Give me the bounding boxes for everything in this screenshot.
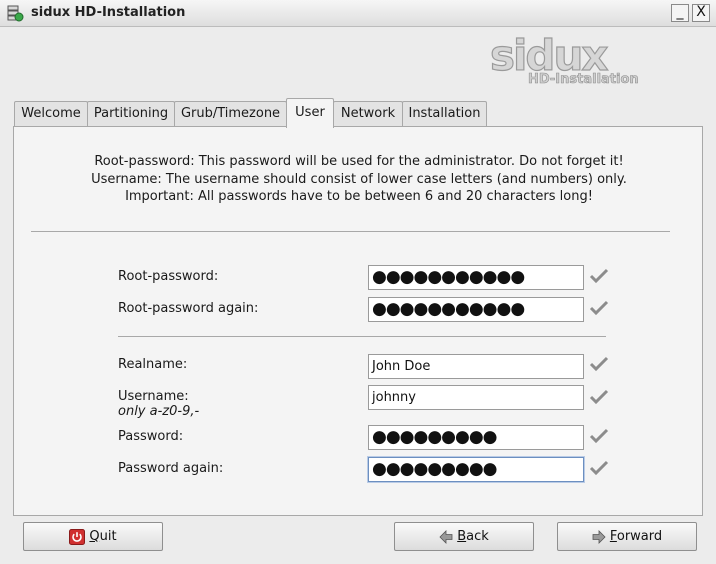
separator — [118, 336, 606, 337]
tab-network[interactable]: Network — [333, 101, 403, 127]
tab-partitioning[interactable]: Partitioning — [87, 101, 175, 127]
root-password-again-label: Root-password again: — [118, 301, 259, 316]
info-line-username: Username: The username should consist of… — [91, 171, 627, 187]
forward-arrow-icon — [592, 529, 606, 544]
window-title: sidux HD-Installation — [31, 5, 186, 20]
root-password-again-field[interactable]: ●●●●●●●●●●● — [368, 297, 584, 322]
password-label: Password: — [118, 429, 184, 444]
root-password-field[interactable]: ●●●●●●●●●●● — [368, 265, 584, 290]
forward-label: Forward — [609, 529, 663, 544]
realname-field[interactable]: John Doe — [368, 354, 584, 379]
title-bar: sidux HD-Installation _ X — [0, 0, 716, 27]
sidux-logo: sidux HD-Installation — [489, 30, 638, 87]
username-hint: only a-z0-9,- — [118, 404, 200, 419]
password-field[interactable]: ●●●●●●●●● — [368, 425, 584, 450]
tab-grub-timezone[interactable]: Grub/Timezone — [174, 101, 287, 127]
username-label: Username: — [118, 389, 189, 404]
root-password-label: Root-password: — [118, 269, 219, 284]
password-again-field[interactable]: ●●●●●●●●● — [368, 457, 584, 482]
quit-button[interactable]: Quit — [23, 522, 163, 551]
checkmark-icon — [589, 268, 609, 284]
close-button[interactable]: X — [692, 4, 710, 22]
forward-button[interactable]: Forward — [557, 522, 697, 551]
checkmark-icon — [589, 356, 609, 372]
quit-label: Quit — [89, 529, 117, 544]
checkmark-icon — [589, 460, 609, 476]
back-button[interactable]: Back — [394, 522, 534, 551]
svg-text:HD-Installation: HD-Installation — [528, 72, 638, 87]
user-tab-panel: Root-password: This password will be use… — [13, 126, 703, 516]
tab-installation[interactable]: Installation — [402, 101, 487, 127]
info-text: Root-password: This password will be use… — [14, 153, 704, 206]
info-line-important: Important: All passwords have to be betw… — [125, 189, 593, 204]
back-arrow-icon — [439, 529, 453, 544]
password-again-label: Password again: — [118, 461, 224, 476]
quit-icon — [69, 528, 86, 545]
back-label: Back — [457, 529, 489, 544]
installer-app-icon — [7, 5, 24, 22]
checkmark-icon — [589, 389, 609, 405]
checkmark-icon — [589, 300, 609, 316]
separator — [31, 231, 670, 232]
info-line-root-password: Root-password: This password will be use… — [94, 154, 624, 169]
checkmark-icon — [589, 428, 609, 444]
tab-user[interactable]: User — [286, 98, 334, 128]
minimize-button[interactable]: _ — [671, 4, 689, 22]
tab-welcome[interactable]: Welcome — [14, 101, 88, 127]
realname-label: Realname: — [118, 357, 188, 372]
username-field[interactable]: johnny — [368, 385, 584, 410]
